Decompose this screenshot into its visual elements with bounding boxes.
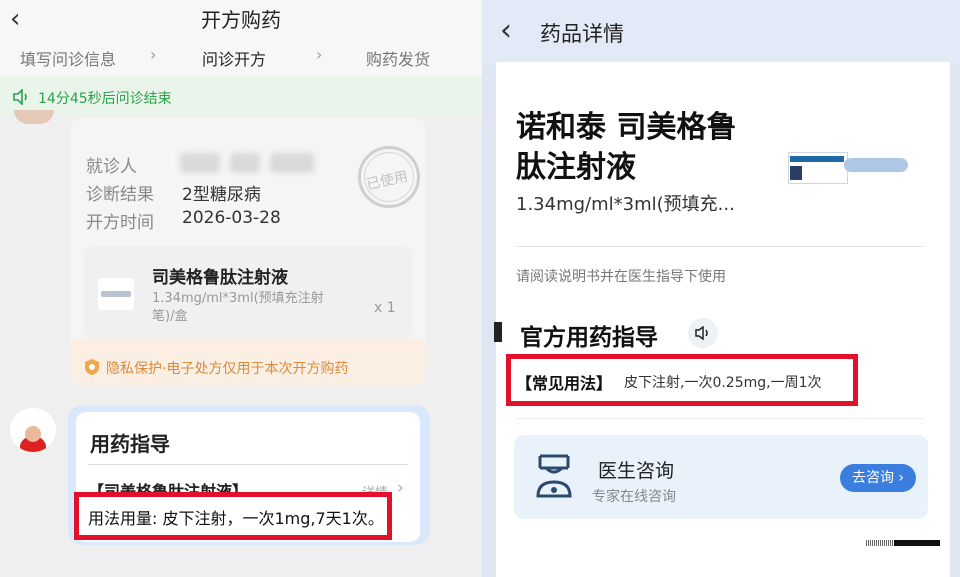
chevron-right-icon: › (150, 45, 157, 64)
patient-name-blurred (270, 153, 314, 173)
official-guide-title: 官方用药指导 (520, 325, 658, 351)
guide-title: 用药指导 (90, 432, 170, 456)
page-title: 开方购药 (201, 8, 281, 32)
section-marker (494, 322, 502, 342)
patient-name-blurred (230, 153, 260, 173)
speaker-icon (13, 89, 27, 105)
divider (516, 418, 924, 419)
doctor-icon (536, 454, 572, 498)
usage-text: 皮下注射,一次0.25mg,一周1次 (624, 375, 822, 391)
divider (516, 246, 924, 247)
back-icon[interactable]: ‹ (500, 16, 512, 46)
divider (88, 464, 408, 465)
usage-tag: 【常见用法】 (516, 374, 613, 393)
doctor-avatar (10, 408, 56, 452)
drug-spec: 1.34mg/ml*3ml(预填充注射笔)/盒 (152, 291, 324, 324)
drug-name: 司美格鲁肽注射液 (152, 268, 288, 288)
pagination-indicator-active (894, 540, 940, 546)
speaker-icon (695, 326, 708, 340)
pagination-indicator (866, 540, 894, 546)
shield-icon (85, 359, 99, 375)
product-spec: 1.34mg/ml*3ml(预填充... (516, 194, 735, 215)
product-image (788, 148, 912, 184)
date-label: 开方时间 (86, 213, 154, 233)
step-purchase-ship: 购药发货 (366, 50, 431, 69)
step-fill-info: 填写问诊信息 (20, 50, 117, 69)
doctor-consult-title: 医生咨询 (598, 460, 675, 482)
drug-qty: x 1 (374, 300, 396, 316)
product-name-line1: 诺和泰 司美格鲁 (516, 110, 737, 145)
date-value: 2026-03-28 (182, 208, 281, 228)
diagnosis-value: 2型糖尿病 (182, 185, 261, 205)
drug-thumbnail (98, 278, 134, 310)
privacy-text: 隐私保护·电子处方仅用于本次开方购药 (106, 361, 349, 377)
step-consult-prescribe: 问诊开方 (202, 50, 267, 69)
timer-text: 14分45秒后问诊结束 (38, 91, 172, 107)
chevron-right-icon: › (316, 45, 323, 64)
doctor-consult-subtitle: 专家在线咨询 (592, 489, 676, 505)
patient-label: 就诊人 (86, 157, 137, 177)
patient-name-blurred (180, 153, 220, 173)
audio-button[interactable] (688, 318, 718, 348)
product-name-line2: 肽注射液 (516, 150, 636, 185)
chevron-right-icon[interactable]: › (397, 478, 404, 498)
diagnosis-label: 诊断结果 (86, 185, 154, 205)
usage-notice: 请阅读说明书并在医生指导下使用 (516, 269, 726, 285)
consult-button[interactable]: 去咨询 › (840, 464, 916, 492)
page-title: 药品详情 (540, 22, 624, 46)
usage-text: 用法用量: 皮下注射，一次1mg,7天1次。 (88, 509, 384, 528)
